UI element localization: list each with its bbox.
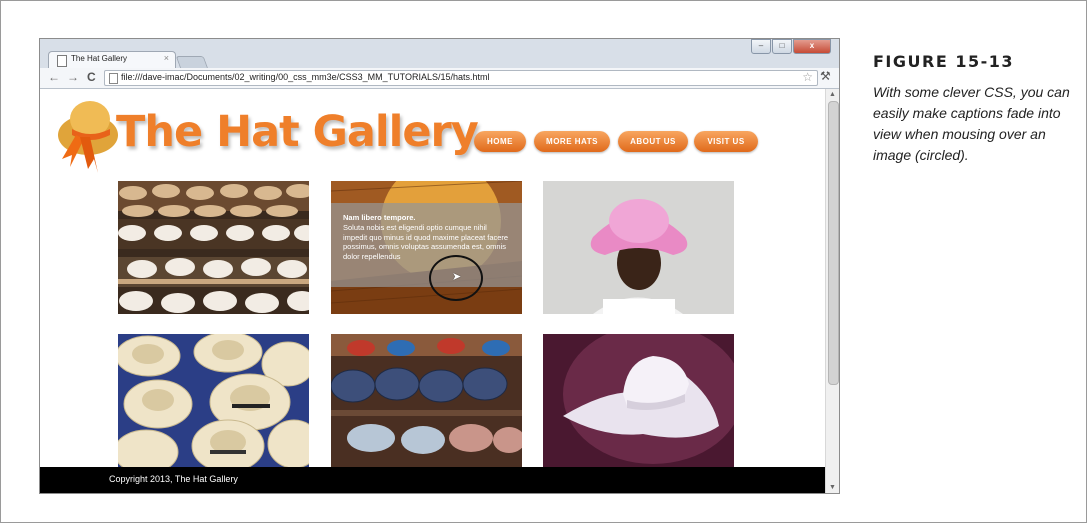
footer-copyright: Copyright 2013, The Hat Gallery — [109, 474, 238, 484]
tab-title: The Hat Gallery — [71, 54, 128, 63]
minimize-button[interactable]: – — [751, 39, 771, 54]
image-caption: Nam libero tempore. Soluta nobis est eli… — [331, 203, 522, 287]
scroll-up-arrow-icon[interactable]: ▲ — [829, 91, 836, 98]
tab-close-icon[interactable]: × — [164, 53, 169, 63]
site-title: The Hat Gallery — [116, 107, 479, 157]
browser-tab[interactable]: The Hat Gallery × — [48, 51, 176, 69]
gallery-image-hovered[interactable]: Nam libero tempore. Soluta nobis est eli… — [331, 181, 522, 314]
site-footer: Copyright 2013, The Hat Gallery — [40, 467, 825, 493]
page-viewport: The Hat Gallery HOME MORE HATS ABOUT US … — [40, 89, 825, 493]
figure-caption: With some clever CSS, you can easily mak… — [873, 84, 1070, 163]
scrollbar-thumb[interactable] — [828, 101, 839, 385]
gallery-image-panama-hats[interactable] — [118, 334, 309, 467]
gallery-image-pink-hat[interactable] — [543, 181, 734, 314]
browser-window: The Hat Gallery × – □ x ← → C file:///dave… — [39, 38, 840, 494]
vertical-scrollbar[interactable]: ▲ ▼ — [825, 89, 839, 493]
nav-home[interactable]: HOME — [474, 131, 526, 152]
wrench-menu-icon[interactable]: ⚒ — [820, 69, 831, 83]
forward-arrow-icon[interactable]: → — [67, 70, 79, 84]
figure-label: FIGURE 15-13 — [873, 52, 1014, 71]
maximize-button[interactable]: □ — [772, 39, 792, 54]
reload-icon[interactable]: C — [87, 70, 96, 84]
gallery-image-hat-shop[interactable] — [331, 334, 522, 467]
mouse-cursor-icon: ➤ — [452, 271, 462, 283]
browser-toolbar: ← → C file:///dave-imac/Documents/02_wri… — [40, 68, 839, 89]
caption-title: Nam libero tempore. — [343, 213, 416, 222]
nav-visit-us[interactable]: VISIT US — [694, 131, 758, 152]
nav-about-us[interactable]: ABOUT US — [618, 131, 688, 152]
close-window-button[interactable]: x — [793, 39, 831, 54]
page-icon — [109, 73, 118, 84]
address-bar[interactable]: file:///dave-imac/Documents/02_writing/0… — [104, 70, 818, 86]
nav-more-hats[interactable]: MORE HATS — [534, 131, 610, 152]
page-icon — [57, 55, 67, 67]
back-arrow-icon[interactable]: ← — [48, 70, 60, 84]
bookmark-star-icon[interactable]: ☆ — [802, 70, 813, 84]
tab-strip: The Hat Gallery × – □ x — [40, 39, 839, 69]
gallery-image-straw-hats[interactable] — [118, 181, 309, 314]
gallery-image-white-hat[interactable] — [543, 334, 734, 467]
caption-body: Soluta nobis est eligendi optio cumque n… — [343, 223, 509, 261]
url-text: file:///dave-imac/Documents/02_writing/0… — [121, 72, 490, 82]
scroll-down-arrow-icon[interactable]: ▼ — [829, 484, 836, 491]
window-controls: – □ x — [750, 39, 831, 54]
